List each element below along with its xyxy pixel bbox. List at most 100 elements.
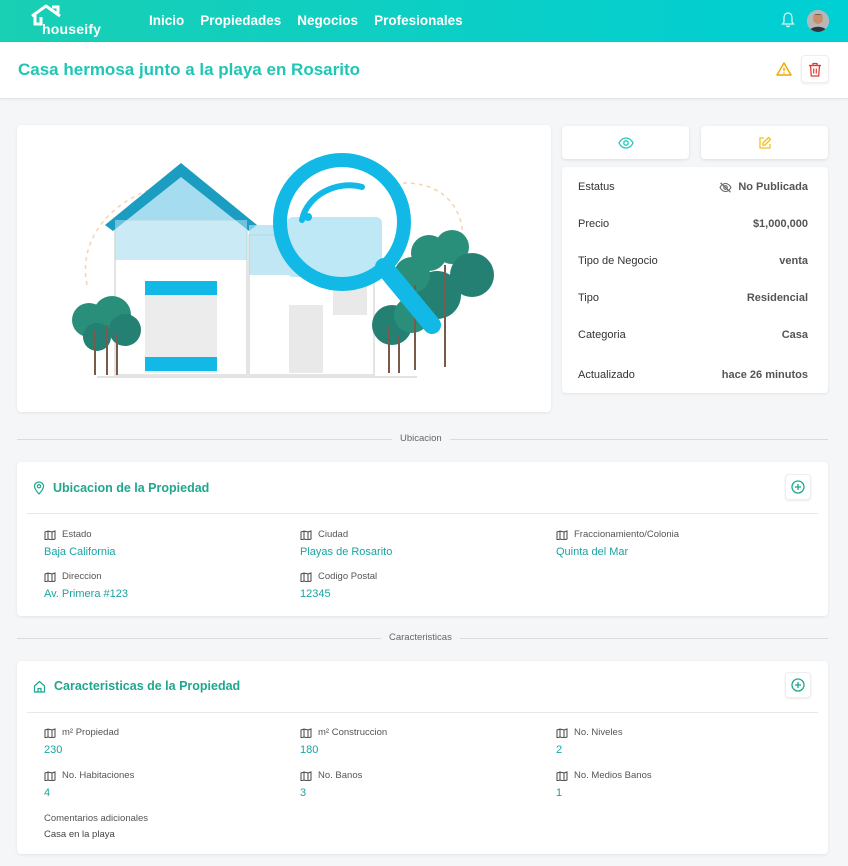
- plus-circle-icon: [791, 678, 805, 692]
- section-header: Ubicacion de la Propiedad: [33, 481, 209, 495]
- field-estado: Estado Baja California: [44, 529, 116, 558]
- field-codigo-postal: Codigo Postal 12345: [300, 571, 377, 600]
- detail-row-categoria: Categoria Casa: [578, 329, 808, 341]
- detail-label: Categoria: [578, 329, 626, 341]
- field-value: 230: [44, 744, 63, 756]
- map-icon: [300, 529, 312, 540]
- brand-logo[interactable]: houseify: [30, 4, 101, 37]
- map-icon: [44, 770, 56, 781]
- nav-item-propiedades[interactable]: Propiedades: [200, 13, 281, 28]
- page-title: Casa hermosa junto a la playa en Rosarit…: [18, 60, 361, 79]
- field-habitaciones: No. Habitaciones 4: [44, 770, 134, 799]
- divider-label-ubicacion: Ubicacion: [392, 433, 450, 444]
- map-icon: [300, 770, 312, 781]
- field-value: Playas de Rosarito: [300, 546, 393, 558]
- detail-row-tipo-negocio: Tipo de Negocio venta: [578, 255, 808, 267]
- field-label: No. Banos: [318, 770, 363, 781]
- add-feature-button[interactable]: [785, 672, 811, 698]
- detail-value: $1,000,000: [752, 218, 808, 230]
- add-location-button[interactable]: [785, 474, 811, 500]
- detail-label: Estatus: [578, 181, 615, 193]
- field-value: Casa en la playa: [44, 829, 115, 840]
- warning-icon: [776, 62, 792, 76]
- detail-label: Precio: [578, 218, 610, 230]
- field-value: 2: [556, 744, 563, 756]
- property-illustration: [72, 153, 494, 378]
- home-icon: [33, 680, 46, 693]
- field-label: Comentarios adicionales: [44, 813, 149, 824]
- field-label: No. Habitaciones: [62, 770, 135, 781]
- detail-row-actualizado: Actualizado hace 26 minutos: [578, 369, 808, 381]
- map-icon: [44, 571, 56, 582]
- section-header: Caracteristicas de la Propiedad: [33, 679, 240, 693]
- field-value: Baja California: [44, 546, 116, 558]
- detail-label: Actualizado: [578, 369, 635, 381]
- page-header: Casa hermosa junto a la playa en Rosarit…: [0, 42, 848, 99]
- field-m2-propiedad: m² Propiedad 230: [44, 727, 119, 756]
- map-icon: [300, 727, 312, 738]
- map-icon: [44, 727, 56, 738]
- detail-value: No Publicada: [738, 181, 808, 193]
- section-separator: [27, 513, 818, 514]
- report-button[interactable]: [770, 55, 798, 83]
- map-pin-icon: [33, 481, 45, 495]
- detail-value: Casa: [781, 329, 808, 341]
- bell-icon[interactable]: [781, 12, 795, 28]
- field-value: 3: [300, 787, 307, 799]
- location-card: Ubicacion de la Propiedad Estado Baja Ca…: [17, 462, 828, 616]
- trash-icon: [809, 62, 821, 77]
- detail-value: Residencial: [746, 292, 808, 304]
- field-label: Direccion: [62, 571, 102, 582]
- field-label: Fraccionamiento/Colonia: [574, 529, 680, 540]
- nav-item-inicio[interactable]: Inicio: [149, 13, 184, 28]
- map-icon: [556, 727, 568, 738]
- main-nav: Inicio Propiedades Negocios Profesionale…: [149, 13, 463, 28]
- property-image-card: [17, 125, 551, 412]
- field-colonia: Fraccionamiento/Colonia Quinta del Mar: [556, 529, 679, 558]
- features-card: Caracteristicas de la Propiedad m² Propi…: [17, 661, 828, 854]
- field-comentarios: Comentarios adicionales Casa en la playa: [44, 813, 148, 840]
- edit-button[interactable]: [701, 126, 828, 159]
- plus-circle-icon: [791, 480, 805, 494]
- nav-item-profesionales[interactable]: Profesionales: [374, 13, 463, 28]
- field-label: m² Propiedad: [62, 727, 120, 738]
- detail-label: Tipo de Negocio: [578, 255, 658, 267]
- property-details-card: Estatus No Publicada Precio $1,000,000 T…: [562, 167, 828, 393]
- status-badge: No Publicada: [719, 181, 808, 193]
- top-navbar: houseify Inicio Propiedades Negocios Pro…: [0, 0, 848, 42]
- field-value: 1: [556, 787, 563, 799]
- edit-icon: [758, 136, 771, 149]
- detail-row-estatus: Estatus No Publicada: [578, 181, 808, 193]
- detail-value: hace 26 minutos: [721, 369, 808, 381]
- field-medios-banos: No. Medios Banos 1: [556, 770, 652, 799]
- field-value: Av. Primera #123: [44, 588, 128, 600]
- field-label: Ciudad: [318, 529, 349, 540]
- brand-name: houseify: [42, 21, 102, 37]
- map-icon: [300, 571, 312, 582]
- view-button[interactable]: [562, 126, 689, 159]
- detail-row-precio: Precio $1,000,000: [578, 218, 808, 230]
- eye-off-icon: [719, 181, 732, 193]
- field-value: Quinta del Mar: [556, 546, 629, 558]
- field-ciudad: Ciudad Playas de Rosarito: [300, 529, 392, 558]
- field-label: Codigo Postal: [318, 571, 378, 582]
- field-label: No. Medios Banos: [574, 770, 652, 781]
- user-avatar[interactable]: [807, 10, 829, 32]
- field-niveles: No. Niveles 2: [556, 727, 623, 756]
- section-separator: [27, 712, 818, 713]
- field-value: 180: [300, 744, 319, 756]
- map-icon: [556, 529, 568, 540]
- detail-row-tipo: Tipo Residencial: [578, 292, 808, 304]
- field-label: Estado: [62, 529, 92, 540]
- delete-button[interactable]: [801, 55, 829, 83]
- field-m2-construccion: m² Construccion 180: [300, 727, 387, 756]
- divider-label-caracteristicas: Caracteristicas: [381, 632, 460, 643]
- field-value: 12345: [300, 588, 331, 600]
- map-icon: [44, 529, 56, 540]
- eye-icon: [617, 136, 634, 149]
- field-banos: No. Banos 3: [300, 770, 362, 799]
- section-title: Ubicacion de la Propiedad: [53, 481, 210, 495]
- section-title: Caracteristicas de la Propiedad: [54, 679, 241, 693]
- nav-item-negocios[interactable]: Negocios: [297, 13, 358, 28]
- field-label: No. Niveles: [574, 727, 623, 738]
